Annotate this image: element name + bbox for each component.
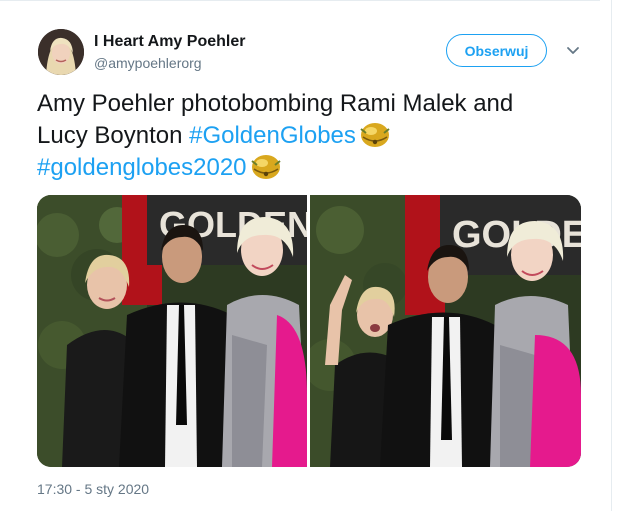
tweet-line-3: #goldenglobes2020 [37, 151, 597, 183]
bell-emoji-icon [250, 155, 281, 179]
right-divider [611, 0, 612, 511]
chevron-down-icon[interactable] [565, 45, 581, 57]
tweet-card: I Heart Amy Poehler @amypoehlerorg Obser… [0, 0, 620, 511]
tweet-line-1: Amy Poehler photobombing Rami Malek and [37, 90, 514, 117]
tweet-line-2-text: Lucy Boynton [37, 122, 190, 149]
photo-left[interactable]: GOLDEN [37, 195, 307, 467]
red-carpet-photo-right: GOLDE [310, 195, 581, 467]
follow-button[interactable]: Obserwuj [446, 34, 547, 67]
media-grid: GOLDEN [37, 195, 581, 467]
tweet-line-2: Lucy Boynton #GoldenGlobes [37, 119, 597, 151]
timestamp[interactable]: 17:30 - 5 sty 2020 [37, 481, 149, 497]
display-name[interactable]: I Heart Amy Poehler [94, 33, 245, 51]
user-handle[interactable]: @amypoehlerorg [94, 55, 202, 71]
avatar-image [38, 29, 84, 75]
photo-right[interactable]: GOLDE [310, 195, 581, 467]
top-divider [0, 0, 600, 1]
hashtag-goldenglobes2020[interactable]: #goldenglobes2020 [37, 154, 247, 181]
red-carpet-photo-left: GOLDEN [37, 195, 307, 467]
avatar[interactable] [38, 29, 84, 75]
bell-emoji-icon [360, 123, 390, 147]
hashtag-goldenglobes[interactable]: #GoldenGlobes [189, 122, 356, 149]
tweet-text: Amy Poehler photobombing Rami Malek and … [37, 88, 597, 183]
